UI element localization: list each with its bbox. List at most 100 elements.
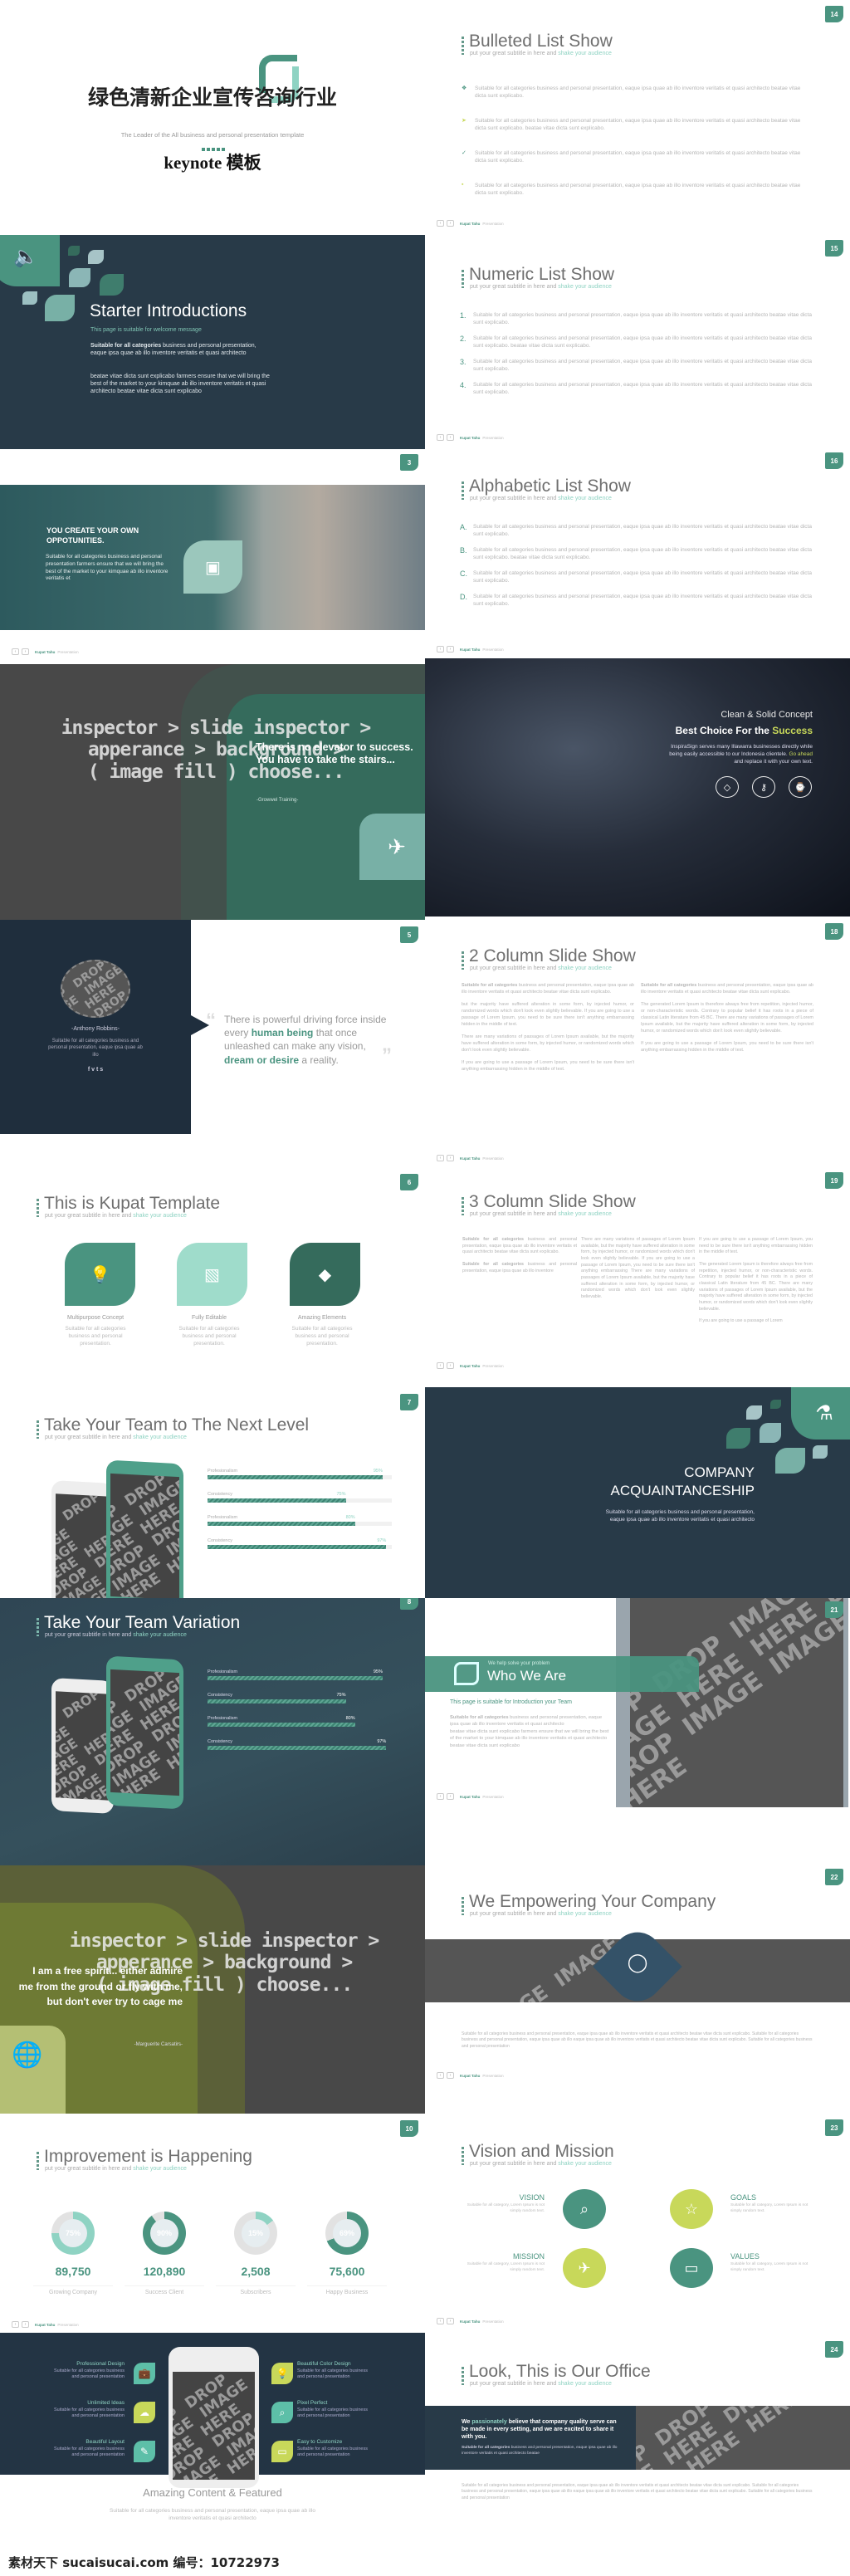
prev-button[interactable]: ‹ xyxy=(437,434,444,441)
prev-button[interactable]: ‹ xyxy=(12,648,19,655)
slide-numeric-list[interactable]: 15 Numeric List Show put your great subti… xyxy=(425,235,850,447)
slide-office[interactable]: 24 Look, This is Our Office put your grea… xyxy=(425,2333,850,2576)
slide-who-we-are[interactable]: DROP DROP IMAGE IMAGE HERE HERE DROP DRO… xyxy=(425,1598,850,1860)
slide-vision-mission[interactable]: 23 Vision and Mission put your great subt… xyxy=(425,2109,850,2333)
prev-button[interactable]: ‹ xyxy=(437,220,444,227)
slide-title[interactable]: 绿色清新企业宣传咨询行业 The Leader of the All busin… xyxy=(0,0,425,235)
feature-item: Unlimited Ideas Suitable for all categori… xyxy=(54,2400,125,2419)
next-button[interactable]: › xyxy=(447,220,454,227)
watermark: 素材天下 sucaisucai.com 编号：10722973 xyxy=(8,2555,280,2570)
stat-label: Subscribers xyxy=(216,2285,296,2295)
image-placeholder[interactable]: DROP DROP IMAGE IMAGE HERE HERE DROP DRO… xyxy=(636,2406,850,2470)
slide-variation[interactable]: 8 Take Your Team Variation put your great… xyxy=(0,1598,425,1865)
skill-bar-fill xyxy=(208,1723,355,1727)
next-button[interactable]: › xyxy=(22,2321,29,2328)
list-marker: A. xyxy=(460,523,467,531)
skill-bar-fill xyxy=(208,1545,387,1549)
tagline: The Leader of the All business and perso… xyxy=(120,131,305,139)
next-button[interactable]: › xyxy=(447,1793,454,1800)
prev-button[interactable]: ‹ xyxy=(437,646,444,653)
prev-button[interactable]: ‹ xyxy=(437,1793,444,1800)
next-button[interactable]: › xyxy=(447,2318,454,2324)
slide-three-column[interactable]: 19 3 Column Slide Show put your great sub… xyxy=(425,1169,850,1387)
slide-opportunities[interactable]: 3 YOU CREATE YOUR OWN OPPOTUNITIES. Suit… xyxy=(0,449,425,664)
phone-mockup: DROP DROP IMAGE IMAGE HERE HERE DROP DRO… xyxy=(51,1678,114,1814)
prev-button[interactable]: ‹ xyxy=(12,2321,19,2328)
slide-header: Vision and Mission put your great subtitl… xyxy=(462,2142,614,2167)
feature-item: Amazing Elements Suitable for all categor… xyxy=(291,1315,353,1347)
slide-number-badge: 5 xyxy=(400,926,418,943)
prev-button[interactable]: ‹ xyxy=(437,2072,444,2079)
list-marker: ▪ xyxy=(462,181,464,188)
slide-starter[interactable]: 🔈 Starter Introductions This page is sui… xyxy=(0,235,425,449)
slide-footer: ‹ › Kupat Tahu Presentation xyxy=(437,1793,504,1800)
inbox-icon: ▭ xyxy=(670,2248,713,2288)
skill-bar: Consistency 75% xyxy=(208,1693,392,1703)
person-name: -Anthony Robbins- xyxy=(71,1026,120,1032)
skill-bar-fill xyxy=(208,1699,346,1703)
prev-button[interactable]: ‹ xyxy=(437,1362,444,1369)
slide-number-badge: 24 xyxy=(825,2341,843,2358)
phone-mockup: DROP DROP IMAGE IMAGE HERE HERE DROP DRO… xyxy=(169,2347,259,2488)
social-icons[interactable]: f v t s xyxy=(0,1067,191,1073)
next-button[interactable]: › xyxy=(447,1155,454,1161)
slide-quote[interactable]: DROP DROP IMAGE IMAGE HERE HERE DROP DRO… xyxy=(0,920,425,1171)
vision-item: VALUES Suitable for all category, Lorem … xyxy=(730,2252,808,2272)
pencil-icon: ✎ xyxy=(134,2441,155,2462)
person-bio: Suitable for all categories business and… xyxy=(48,1039,143,1058)
slide-alphabetic-list[interactable]: 16 Alphabetic List Show put your great su… xyxy=(425,447,850,658)
search-icon: ⌕ xyxy=(271,2402,293,2423)
vision-item: MISSION Suitable for all category, Lorem… xyxy=(467,2252,545,2272)
slide-header: Take Your Team to The Next Level put your… xyxy=(37,1415,309,1440)
slide-heading: YOU CREATE YOUR OWN OPPOTUNITIES. xyxy=(46,526,139,545)
kicker: Clean & Solid Concept xyxy=(721,710,813,720)
prev-button[interactable]: ‹ xyxy=(437,2318,444,2324)
paragraph: InspiraSign serves many Illawarra busine… xyxy=(669,744,813,765)
quote-text: I am a free spirit... either admire me f… xyxy=(18,1965,183,2008)
donut-chart: 90% xyxy=(143,2212,186,2255)
slide-subheading: This page is suitable for Introduction y… xyxy=(450,1699,572,1705)
slide-team[interactable]: 7 Take Your Team to The Next Level put yo… xyxy=(0,1391,425,1598)
briefcase-icon: 💼 xyxy=(134,2363,155,2384)
slide-bulleted-list[interactable]: 14 Bulleted List Show put your great subt… xyxy=(425,0,850,235)
list-marker: 4. xyxy=(460,380,467,389)
next-button[interactable]: › xyxy=(447,646,454,653)
diamond-icon: ◆ xyxy=(290,1243,360,1306)
next-button[interactable]: › xyxy=(447,2072,454,2079)
slide-company[interactable]: ⚗ COMPANY ACQUAINTANCESHIP Suitable for a… xyxy=(425,1387,850,1598)
list-marker: ❖ xyxy=(462,86,467,91)
slide-improvement[interactable]: 10 Improvement is Happening put your grea… xyxy=(0,2114,425,2333)
slide-inspector[interactable]: inspector > slide inspector > apperance >… xyxy=(0,664,425,920)
image-placeholder[interactable]: DROP DROP IMAGE IMAGE HERE HERE DROP DRO… xyxy=(630,1598,843,1807)
slide-header: Look, This is Our Office put your great s… xyxy=(462,2362,651,2387)
skill-bar: Profesionalism 80% xyxy=(208,1515,392,1526)
slide-kupat[interactable]: 6 This is Kupat Template put your great s… xyxy=(0,1171,425,1391)
vision-item: VISION Suitable for all category, Lorem … xyxy=(467,2193,545,2213)
list-marker: 1. xyxy=(460,311,467,320)
slide-empowering[interactable]: 22 We Empowering Your Company put your gr… xyxy=(425,1860,850,2109)
prev-button[interactable]: ‹ xyxy=(437,1155,444,1161)
paper-plane-icon: ✈ xyxy=(563,2248,606,2288)
slide-two-column[interactable]: 18 2 Column Slide Show put your great sub… xyxy=(425,917,850,1169)
next-button[interactable]: › xyxy=(447,1362,454,1369)
list-marker: ➤ xyxy=(462,117,467,124)
lightbulb-icon: 💡 xyxy=(65,1243,135,1306)
slide-number-badge: 18 xyxy=(825,923,843,940)
slide-number-badge: 19 xyxy=(825,1172,843,1189)
slide-header: Numeric List Show put your great subtitle… xyxy=(462,265,614,290)
next-button[interactable]: › xyxy=(22,648,29,655)
column-2: There are many variations of passages of… xyxy=(581,1237,695,1300)
avatar[interactable]: DROP DROP IMAGE IMAGE HERE HERE DROP DRO… xyxy=(61,960,130,1018)
next-button[interactable]: › xyxy=(447,434,454,441)
slide-number-badge: 3 xyxy=(400,454,418,471)
slide-amazing[interactable]: DROP DROP IMAGE IMAGE HERE HERE DROP DRO… xyxy=(0,2333,425,2576)
flask-icon: ⚗ xyxy=(791,1387,850,1440)
slide-heading: COMPANY ACQUAINTANCESHIP xyxy=(610,1464,755,1499)
slide-free-spirit[interactable]: inspector > slide inspector > apperance >… xyxy=(0,1865,425,2114)
paragraph: Suitable for all categories business and… xyxy=(110,2508,315,2522)
slide-clean-concept[interactable]: Clean & Solid Concept Best Choice For th… xyxy=(425,658,850,917)
search-icon: ⌕ xyxy=(563,2189,606,2229)
list-item: 3. Suitable for all categories business … xyxy=(460,357,812,373)
feature-item: Pixel Perfect Suitable for all categories… xyxy=(297,2400,368,2419)
slide-header: Take Your Team Variation put your great s… xyxy=(37,1613,240,1638)
